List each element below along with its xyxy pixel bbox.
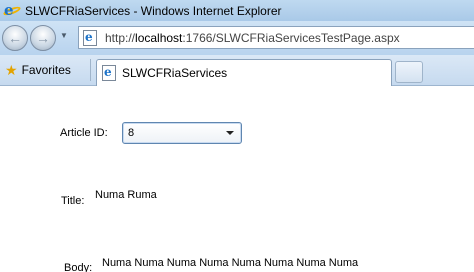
tab-label: SLWCFRiaServices	[122, 66, 228, 80]
tab-slwcfriaservices[interactable]: e SLWCFRiaServices	[96, 59, 392, 86]
window-title-bar: e SLWCFRiaServices - Windows Internet Ex…	[0, 0, 474, 21]
address-input[interactable]: e http://localhost:1766/SLWCFRiaServices…	[78, 26, 474, 49]
navigation-bar: ← → ▼ e http://localhost:1766/SLWCFRiaSe…	[0, 21, 474, 55]
article-id-label: Article ID:	[60, 127, 108, 139]
page-content: Article ID: 8 Title: Numa Ruma Body: Num…	[0, 87, 474, 272]
tab-page-icon: e	[102, 65, 116, 81]
dropdown-arrow-icon	[226, 131, 234, 135]
favorites-tab-bar: ★ Favorites e SLWCFRiaServices	[0, 55, 474, 86]
forward-button[interactable]: →	[30, 25, 56, 51]
back-button[interactable]: ←	[2, 25, 28, 51]
page-icon: e	[83, 29, 97, 46]
history-dropdown-icon[interactable]: ▼	[60, 31, 68, 40]
forward-arrow-icon: →	[36, 30, 50, 46]
back-arrow-icon: ←	[8, 30, 22, 46]
address-url: http://localhost:1766/SLWCFRiaServicesTe…	[105, 30, 400, 45]
title-value: Numa Ruma	[95, 189, 157, 201]
article-id-combobox[interactable]: 8	[122, 122, 242, 144]
body-value: Numa Numa Numa Numa Numa Numa Numa Numa	[102, 257, 359, 269]
article-id-value: 8	[128, 127, 135, 139]
body-label: Body:	[64, 262, 93, 272]
new-tab-button[interactable]	[395, 61, 423, 83]
window-title: SLWCFRiaServices - Windows Internet Expl…	[25, 3, 282, 18]
favorites-star-icon: ★	[5, 61, 18, 78]
toolbar-divider	[90, 59, 91, 81]
favorites-button[interactable]: ★ Favorites	[5, 61, 71, 79]
ie-logo-icon: e	[2, 1, 22, 19]
favorites-label: Favorites	[21, 63, 71, 77]
title-label: Title:	[61, 195, 85, 207]
